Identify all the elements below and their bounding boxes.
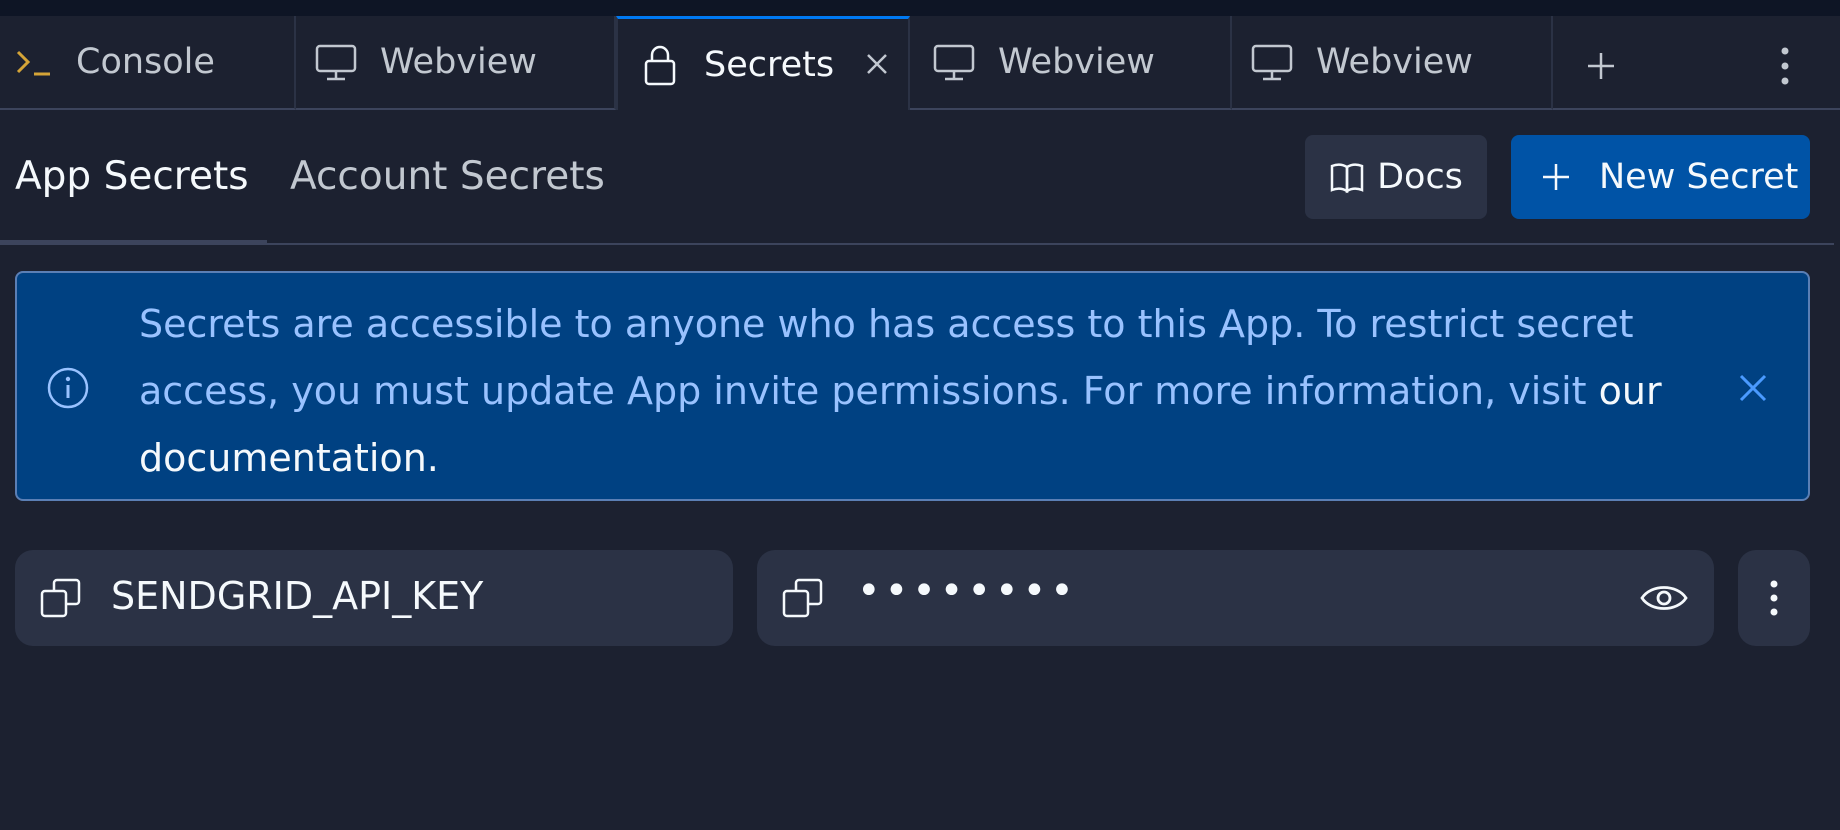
terminal-icon <box>14 40 58 84</box>
subtab-account-secrets[interactable]: Account Secrets <box>290 154 605 199</box>
secret-key-field[interactable]: SENDGRID_API_KEY <box>15 550 733 646</box>
banner-text: Secrets are accessible to anyone who has… <box>139 302 1634 413</box>
tab-label: Webview <box>1316 42 1473 82</box>
banner-message: Secrets are accessible to anyone who has… <box>139 291 1669 492</box>
book-icon <box>1329 159 1365 195</box>
copy-icon[interactable] <box>37 574 85 622</box>
secret-masked-value: •••••••• <box>857 568 1078 614</box>
tab-label: Secrets <box>704 44 835 85</box>
secret-key-name: SENDGRID_API_KEY <box>111 574 484 618</box>
info-banner: Secrets are accessible to anyone who has… <box>15 271 1810 501</box>
copy-icon[interactable] <box>779 574 827 622</box>
tab-label: Webview <box>380 42 537 82</box>
tab-webview[interactable]: Webview <box>910 16 1232 110</box>
docs-button[interactable]: Docs <box>1305 135 1487 219</box>
eye-icon[interactable] <box>1637 574 1691 622</box>
tab-webview[interactable]: Webview <box>296 16 616 110</box>
plus-icon[interactable] <box>1577 42 1625 90</box>
more-vertical-icon[interactable] <box>1770 42 1800 90</box>
tab-label: Webview <box>998 42 1155 82</box>
tab-label: Console <box>76 42 215 82</box>
new-secret-label: New Secret <box>1599 157 1799 197</box>
secret-value-field[interactable]: •••••••• <box>757 550 1714 646</box>
more-vertical-icon[interactable] <box>1738 550 1810 646</box>
docs-label: Docs <box>1377 157 1463 197</box>
monitor-icon <box>314 40 358 84</box>
tab-secrets[interactable]: Secrets <box>616 16 910 110</box>
tab-console[interactable]: Console <box>0 16 296 110</box>
active-subtab-indicator <box>0 240 267 244</box>
tab-bar: Console Webview Secrets Webview Webview <box>0 16 1840 110</box>
lock-icon <box>640 43 680 87</box>
new-secret-button[interactable]: New Secret <box>1511 135 1810 219</box>
monitor-icon <box>1250 40 1294 84</box>
tab-webview[interactable]: Webview <box>1232 16 1553 110</box>
plus-icon <box>1541 162 1571 192</box>
close-icon[interactable] <box>860 47 894 81</box>
close-icon[interactable] <box>1730 365 1776 411</box>
window-top-strip <box>0 0 1840 16</box>
info-icon <box>45 365 91 411</box>
subtab-app-secrets[interactable]: App Secrets <box>15 154 249 199</box>
monitor-icon <box>932 40 976 84</box>
